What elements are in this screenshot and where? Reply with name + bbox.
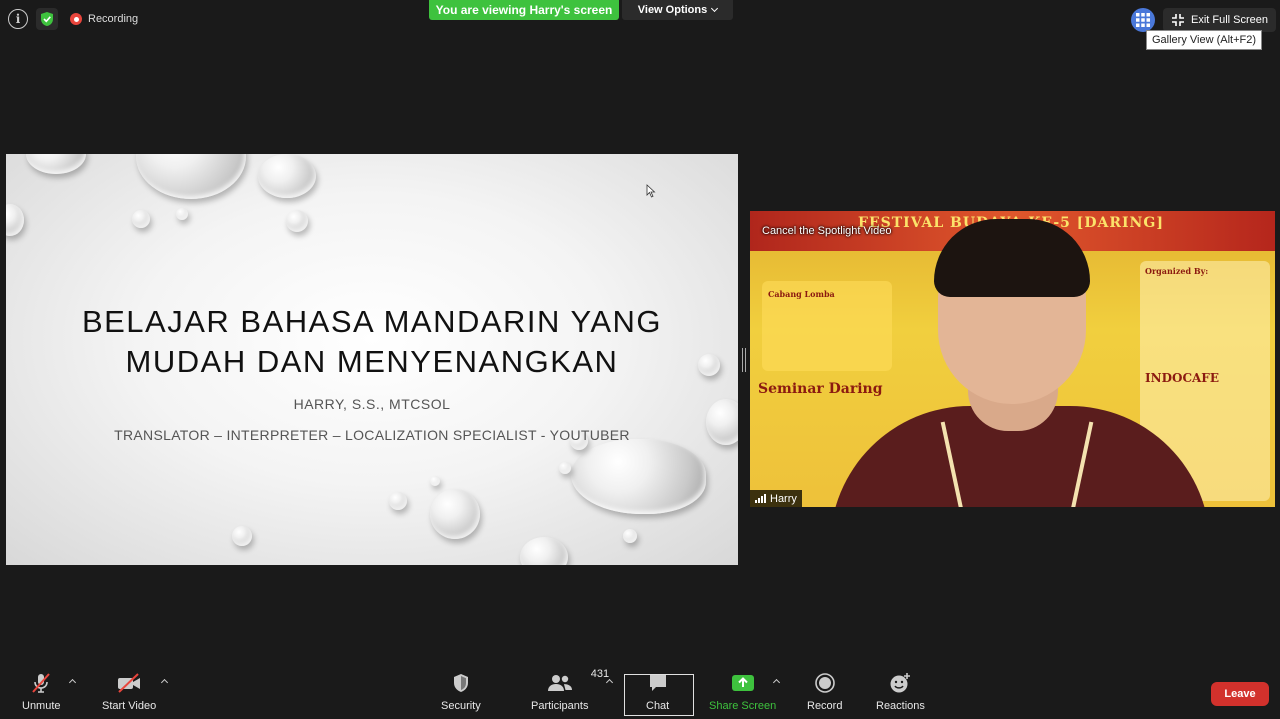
water-drop bbox=[389, 492, 407, 510]
share-screen-label: Share Screen bbox=[709, 700, 777, 712]
slide-title: BELAJAR BAHASA MANDARIN YANG MUDAH DAN M… bbox=[6, 302, 738, 382]
security-shield-icon bbox=[453, 674, 468, 692]
info-icon[interactable]: i bbox=[8, 9, 28, 29]
water-drop bbox=[623, 529, 637, 543]
slide-title-line: BELAJAR BAHASA MANDARIN YANG bbox=[81, 304, 663, 339]
water-drop bbox=[559, 462, 571, 474]
participants-icon bbox=[547, 675, 572, 691]
video-options-caret[interactable] bbox=[160, 678, 169, 687]
gallery-view-button[interactable] bbox=[1131, 8, 1155, 32]
mouse-cursor-icon bbox=[646, 184, 656, 198]
split-resize-handle[interactable] bbox=[742, 348, 746, 372]
meeting-toolbar: Unmute Start Video Security 431 Particip… bbox=[0, 660, 1280, 719]
participants-options-caret[interactable] bbox=[605, 678, 614, 687]
chat-bubble-icon bbox=[649, 675, 666, 691]
recording-label: Recording bbox=[88, 13, 139, 25]
share-screen-icon bbox=[731, 675, 754, 691]
grid-icon bbox=[1136, 13, 1150, 27]
water-drop bbox=[520, 537, 568, 565]
recording-indicator[interactable]: Recording bbox=[70, 13, 138, 25]
participants-count: 431 bbox=[590, 668, 610, 680]
signal-strength-icon bbox=[755, 494, 766, 503]
poster-lettering: Cabang Lomba bbox=[768, 289, 835, 299]
participants-label: Participants bbox=[531, 700, 589, 712]
slide-roles: TRANSLATOR – INTERPRETER – LOCALIZATION … bbox=[114, 427, 630, 443]
water-drop bbox=[430, 489, 480, 539]
exit-fullscreen-icon bbox=[1172, 14, 1184, 26]
leave-meeting-button[interactable]: Leave bbox=[1211, 682, 1269, 706]
record-button[interactable]: Record bbox=[807, 672, 842, 712]
meeting-info-bar: i Recording bbox=[8, 8, 138, 30]
water-drop bbox=[26, 154, 86, 174]
poster-lettering: Seminar Daring bbox=[758, 381, 883, 397]
video-camera-off-icon bbox=[118, 673, 141, 693]
reactions-label: Reactions bbox=[876, 700, 925, 712]
water-drop bbox=[232, 526, 252, 546]
slide-author: HARRY, S.S., MTCSOL bbox=[293, 396, 451, 412]
water-drop bbox=[258, 154, 316, 198]
water-drop bbox=[571, 439, 706, 514]
water-drop bbox=[286, 210, 308, 232]
exit-fullscreen-label: Exit Full Screen bbox=[1191, 14, 1269, 26]
cancel-spotlight-button[interactable]: Cancel the Spotlight Video bbox=[762, 225, 891, 237]
participant-name-tag: Harry bbox=[750, 490, 802, 507]
exit-fullscreen-button[interactable]: Exit Full Screen bbox=[1163, 8, 1277, 32]
participant-name: Harry bbox=[770, 492, 797, 505]
chat-button[interactable]: Chat bbox=[646, 672, 669, 712]
encryption-shield-icon[interactable] bbox=[36, 8, 58, 30]
chat-label: Chat bbox=[646, 700, 670, 712]
microphone-muted-icon bbox=[32, 673, 51, 693]
start-video-label: Start Video bbox=[102, 700, 157, 712]
unmute-button[interactable]: Unmute bbox=[22, 672, 61, 712]
unmute-label: Unmute bbox=[22, 700, 61, 712]
poster-lettering: INDOCAFE bbox=[1145, 371, 1219, 385]
security-button[interactable]: Security bbox=[441, 672, 481, 712]
reactions-button[interactable]: Reactions bbox=[876, 672, 925, 712]
view-controls: Exit Full Screen bbox=[1131, 8, 1277, 32]
chevron-down-icon bbox=[711, 4, 719, 13]
viewing-screen-banner: You are viewing Harry's screen bbox=[429, 0, 619, 20]
start-video-button[interactable]: Start Video bbox=[102, 672, 156, 712]
audio-options-caret[interactable] bbox=[68, 678, 77, 687]
water-drop bbox=[132, 210, 150, 228]
water-drop bbox=[430, 476, 440, 486]
record-label: Record bbox=[807, 700, 843, 712]
water-drop bbox=[6, 204, 24, 236]
poster-lettering: Organized By: bbox=[1145, 266, 1209, 276]
reactions-smiley-icon bbox=[890, 673, 911, 693]
participants-button[interactable]: 431 Participants bbox=[531, 668, 609, 712]
share-screen-button[interactable]: Share Screen bbox=[709, 672, 776, 712]
water-drop bbox=[136, 154, 246, 199]
view-options-label: View Options bbox=[637, 4, 708, 16]
slide-title-line: MUDAH DAN MENYENANGKAN bbox=[125, 344, 619, 379]
water-drop bbox=[176, 208, 188, 220]
gallery-view-tooltip: Gallery View (Alt+F2) bbox=[1146, 30, 1263, 50]
shared-screen[interactable]: BELAJAR BAHASA MANDARIN YANG MUDAH DAN M… bbox=[6, 154, 738, 565]
view-options-button[interactable]: View Options bbox=[622, 0, 733, 20]
security-label: Security bbox=[441, 700, 481, 712]
recording-dot-icon bbox=[70, 13, 82, 25]
spotlight-video-tile[interactable]: FESTIVAL BUDAYA KE-5 [DARING] Cabang Lom… bbox=[750, 211, 1275, 507]
record-icon bbox=[814, 673, 835, 693]
